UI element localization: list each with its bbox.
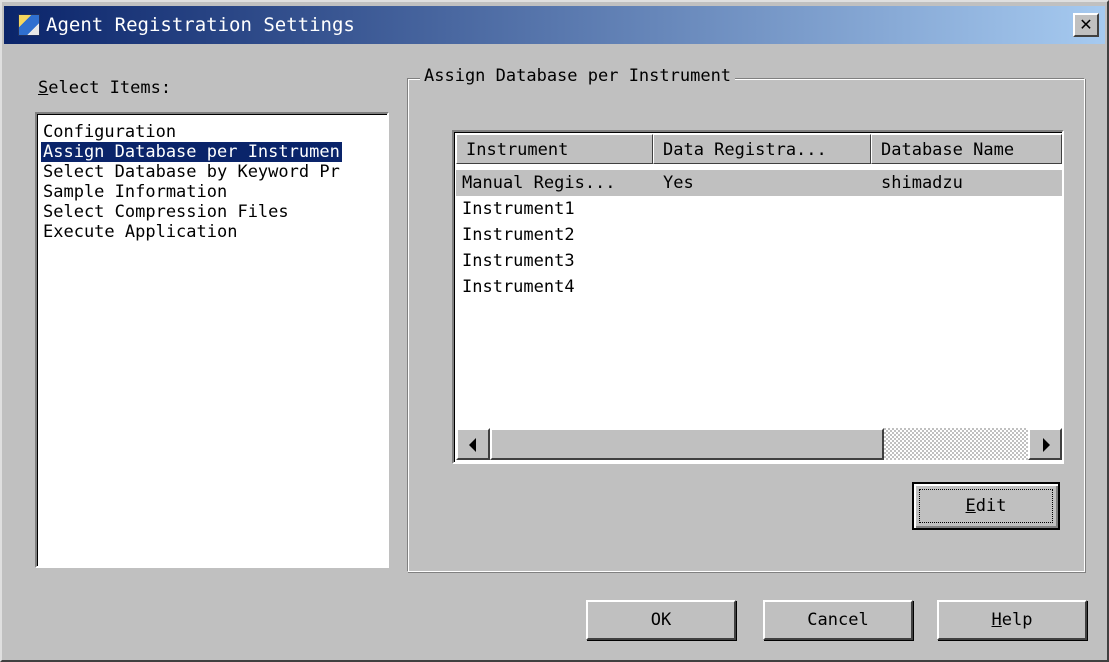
select-items-label: Select Items: (38, 78, 171, 98)
table-row[interactable]: Instrument2 (456, 222, 1062, 248)
table-row[interactable]: Manual Regis... Yes shimadzu (456, 170, 1062, 196)
column-header-data-registration[interactable]: Data Registra... (653, 134, 871, 164)
groupbox-title: Assign Database per Instrument (420, 66, 736, 86)
scroll-left-arrow-icon (469, 438, 476, 452)
edit-button-accel: E (965, 496, 976, 516)
list-item-sample-information[interactable]: Sample Information (41, 182, 229, 202)
title-bar[interactable]: Agent Registration Settings ✕ (4, 6, 1105, 44)
cell-data-registration: Yes (663, 173, 694, 193)
help-button-accel: H (991, 610, 1002, 630)
scroll-left-button[interactable] (456, 428, 490, 460)
table-row[interactable]: Instrument4 (456, 274, 1062, 300)
horizontal-scrollbar[interactable] (456, 428, 1062, 460)
scrollbar-track[interactable] (884, 428, 1028, 460)
cell-instrument: Manual Regis... (462, 173, 616, 193)
list-item-assign-database[interactable]: Assign Database per Instrumen (41, 142, 342, 162)
list-item-select-compression-files[interactable]: Select Compression Files (41, 202, 291, 222)
window-title: Agent Registration Settings (46, 14, 355, 36)
select-items-label-rest: elect Items: (48, 78, 172, 98)
select-items-label-accel: S (38, 78, 49, 98)
table-row[interactable]: Instrument1 (456, 196, 1062, 222)
instrument-list-view[interactable]: Instrument Data Registra... Database Nam… (452, 130, 1064, 464)
edit-button[interactable]: Edit (912, 482, 1060, 530)
close-icon: ✕ (1079, 15, 1093, 34)
scrollbar-thumb[interactable] (490, 428, 884, 460)
ok-button-label: OK (650, 610, 672, 630)
cancel-button-label: Cancel (807, 610, 869, 630)
list-view-header: Instrument Data Registra... Database Nam… (456, 134, 1062, 164)
ok-button[interactable]: OK (586, 600, 736, 640)
cell-instrument: Instrument2 (462, 225, 575, 245)
scroll-right-arrow-icon (1043, 438, 1050, 452)
app-icon (18, 14, 40, 36)
cancel-button[interactable]: Cancel (763, 600, 913, 640)
table-row[interactable]: Instrument3 (456, 248, 1062, 274)
cell-instrument: Instrument1 (462, 199, 575, 219)
list-item-configuration[interactable]: Configuration (41, 122, 178, 142)
scroll-right-button[interactable] (1028, 428, 1062, 460)
edit-button-label: dit (975, 496, 1007, 516)
column-header-database-name[interactable]: Database Name (871, 134, 1062, 164)
list-item-execute-application[interactable]: Execute Application (41, 222, 239, 242)
help-button-label: elp (1001, 610, 1033, 630)
cell-instrument: Instrument3 (462, 251, 575, 271)
help-button[interactable]: Help (937, 600, 1087, 640)
select-items-list[interactable]: Configuration Assign Database per Instru… (35, 112, 389, 568)
list-item-select-database-keyword[interactable]: Select Database by Keyword Pr (41, 162, 342, 182)
close-button[interactable]: ✕ (1073, 13, 1099, 37)
cell-instrument: Instrument4 (462, 277, 575, 297)
cell-database-name: shimadzu (881, 173, 963, 193)
column-header-instrument[interactable]: Instrument (456, 134, 653, 164)
